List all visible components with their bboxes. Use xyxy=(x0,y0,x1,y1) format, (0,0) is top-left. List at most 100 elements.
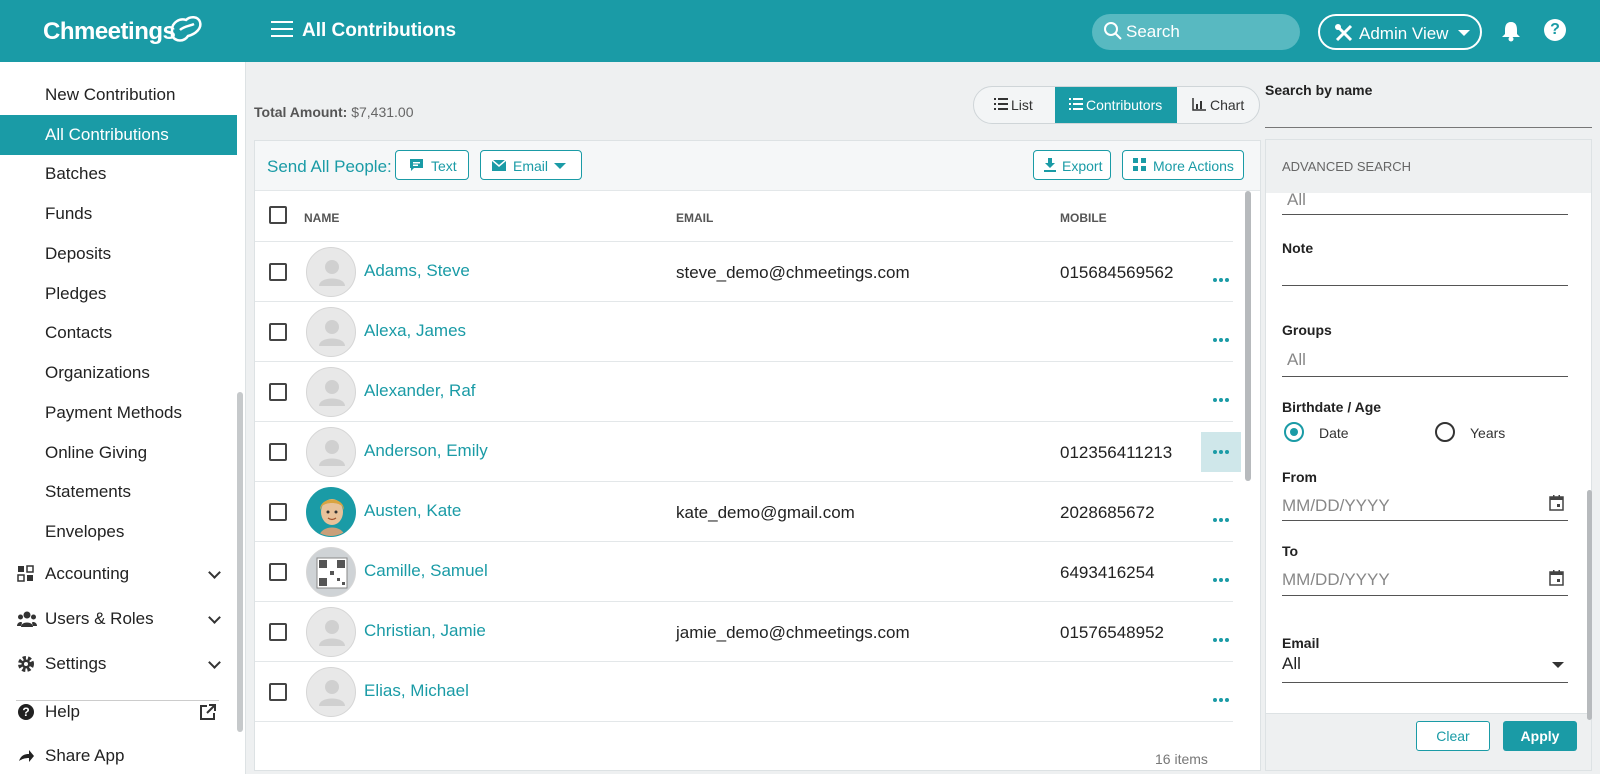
sidebar-item-label: Batches xyxy=(45,164,107,183)
contributor-name-link[interactable]: Alexander, Raf xyxy=(364,381,476,401)
more-options-icon[interactable] xyxy=(1201,260,1241,300)
from-date-input[interactable]: MM/DD/YYYY xyxy=(1282,496,1390,516)
table-row[interactable]: Camille, Samuel 6493416254 xyxy=(255,542,1233,602)
sidebar-item-envelopes[interactable]: Envelopes xyxy=(0,512,237,552)
more-options-icon[interactable] xyxy=(1201,380,1241,420)
avatar xyxy=(306,667,356,717)
table-row[interactable]: Adams, Steve steve_demo@chmeetings.com 015… xyxy=(255,242,1233,302)
contributor-name-link[interactable]: Christian, Jamie xyxy=(364,621,486,641)
row-checkbox[interactable] xyxy=(269,263,287,281)
column-header-name[interactable]: NAME xyxy=(304,211,339,225)
table-row[interactable]: Austen, Kate kate_demo@gmail.com 202868567… xyxy=(255,482,1233,542)
row-checkbox[interactable] xyxy=(269,323,287,341)
radio-years[interactable] xyxy=(1435,422,1455,442)
top-filter-value[interactable]: All xyxy=(1287,190,1306,210)
view-contributors-button[interactable]: Contributors xyxy=(1055,87,1177,123)
admin-view-label: Admin View xyxy=(1359,24,1449,43)
note-input[interactable] xyxy=(1282,285,1568,286)
admin-view-button[interactable]: Admin View xyxy=(1318,14,1482,50)
sidebar-item-pledges[interactable]: Pledges xyxy=(0,274,237,314)
contributors-panel: Send All People: Text Email Export More … xyxy=(254,140,1261,771)
share-icon xyxy=(19,750,34,762)
sidebar-item-batches[interactable]: Batches xyxy=(0,154,237,194)
sidebar-item-share-app[interactable]: Share App xyxy=(0,736,237,774)
sidebar-group-settings[interactable]: Settings xyxy=(0,644,237,684)
contributor-mobile: 2028685672 xyxy=(1060,503,1155,522)
sidebar-group-accounting[interactable]: Accounting xyxy=(0,554,237,594)
sidebar-item-label: Deposits xyxy=(45,244,112,263)
sidebar-item-label: Settings xyxy=(45,654,107,673)
sidebar-item-online-giving[interactable]: Online Giving xyxy=(0,433,237,473)
email-filter-select[interactable]: All xyxy=(1282,654,1301,674)
more-options-icon[interactable] xyxy=(1201,432,1241,472)
advanced-search-scrollbar[interactable] xyxy=(1587,490,1592,720)
contributor-name-link[interactable]: Elias, Michael xyxy=(364,681,469,701)
app-logo[interactable]: Chmeetings xyxy=(43,18,176,46)
help-icon[interactable]: ? xyxy=(1544,19,1566,41)
sidebar-item-funds[interactable]: Funds xyxy=(0,194,237,234)
search-by-name-input[interactable] xyxy=(1265,127,1592,128)
table-row[interactable]: Alexa, James xyxy=(255,302,1233,362)
sidebar-item-all-contributions[interactable]: All Contributions xyxy=(0,115,237,155)
more-options-icon[interactable] xyxy=(1201,680,1241,720)
table-scrollbar[interactable] xyxy=(1245,191,1251,481)
menu-icon[interactable] xyxy=(271,21,293,39)
view-chart-button[interactable]: Chart xyxy=(1177,87,1259,123)
total-amount: Total Amount: $7,431.00 xyxy=(254,104,414,120)
table-row[interactable]: Christian, Jamie jamie_demo@chmeetings.co… xyxy=(255,602,1233,662)
contributor-name-link[interactable]: Austen, Kate xyxy=(364,501,461,521)
sidebar-item-label: Online Giving xyxy=(45,443,148,462)
contributor-name-link[interactable]: Camille, Samuel xyxy=(364,561,488,581)
more-options-icon[interactable] xyxy=(1201,620,1241,660)
column-header-mobile[interactable]: MOBILE xyxy=(1060,211,1107,225)
more-options-icon[interactable] xyxy=(1201,500,1241,540)
more-actions-button[interactable]: More Actions xyxy=(1122,150,1244,180)
row-checkbox[interactable] xyxy=(269,563,287,581)
select-all-checkbox[interactable] xyxy=(269,206,287,224)
search-icon xyxy=(1104,22,1122,40)
row-checkbox[interactable] xyxy=(269,683,287,701)
apply-button[interactable]: Apply xyxy=(1503,721,1577,751)
view-list-button[interactable]: List xyxy=(974,87,1055,123)
sidebar-scrollbar[interactable] xyxy=(237,392,243,732)
send-email-button[interactable]: Email xyxy=(480,150,582,180)
more-options-icon[interactable] xyxy=(1201,320,1241,360)
contributor-name-link[interactable]: Anderson, Emily xyxy=(364,441,488,461)
table-row[interactable]: Elias, Michael xyxy=(255,662,1233,722)
bell-icon[interactable] xyxy=(1500,20,1522,42)
sidebar-item-label: Statements xyxy=(45,482,131,501)
table-row[interactable]: Alexander, Raf xyxy=(255,362,1233,422)
row-checkbox[interactable] xyxy=(269,443,287,461)
more-options-icon[interactable] xyxy=(1201,560,1241,600)
chevron-down-icon xyxy=(1458,30,1470,36)
sidebar-item-payment-methods[interactable]: Payment Methods xyxy=(0,393,237,433)
calendar-icon[interactable] xyxy=(1549,495,1564,511)
sidebar-item-help[interactable]: ? Help xyxy=(0,692,237,732)
sidebar-item-contacts[interactable]: Contacts xyxy=(0,313,237,353)
view-switcher: List Contributors Chart xyxy=(973,86,1260,124)
clear-button[interactable]: Clear xyxy=(1416,721,1490,751)
sidebar-group-users-roles[interactable]: Users & Roles xyxy=(0,599,237,639)
avatar xyxy=(306,247,356,297)
calendar-icon[interactable] xyxy=(1549,570,1564,586)
column-header-email[interactable]: EMAIL xyxy=(676,211,713,225)
to-date-input[interactable]: MM/DD/YYYY xyxy=(1282,570,1390,590)
search-input[interactable] xyxy=(1126,20,1291,44)
global-search[interactable] xyxy=(1092,14,1300,50)
row-checkbox[interactable] xyxy=(269,623,287,641)
sidebar-item-deposits[interactable]: Deposits xyxy=(0,234,237,274)
logo-mark-icon xyxy=(170,16,202,42)
row-checkbox[interactable] xyxy=(269,503,287,521)
sidebar-item-organizations[interactable]: Organizations xyxy=(0,353,237,393)
table-row[interactable]: Anderson, Emily 012356411213 xyxy=(255,422,1241,482)
sidebar-item-statements[interactable]: Statements xyxy=(0,472,237,512)
groups-value[interactable]: All xyxy=(1287,350,1306,370)
send-text-button[interactable]: Text xyxy=(395,150,469,180)
users-icon xyxy=(17,611,37,627)
contributor-name-link[interactable]: Alexa, James xyxy=(364,321,466,341)
sidebar-item-new-contribution[interactable]: New Contribution xyxy=(0,75,237,115)
contributor-name-link[interactable]: Adams, Steve xyxy=(364,261,470,281)
row-checkbox[interactable] xyxy=(269,383,287,401)
export-button[interactable]: Export xyxy=(1033,150,1111,180)
radio-date[interactable] xyxy=(1284,422,1304,442)
